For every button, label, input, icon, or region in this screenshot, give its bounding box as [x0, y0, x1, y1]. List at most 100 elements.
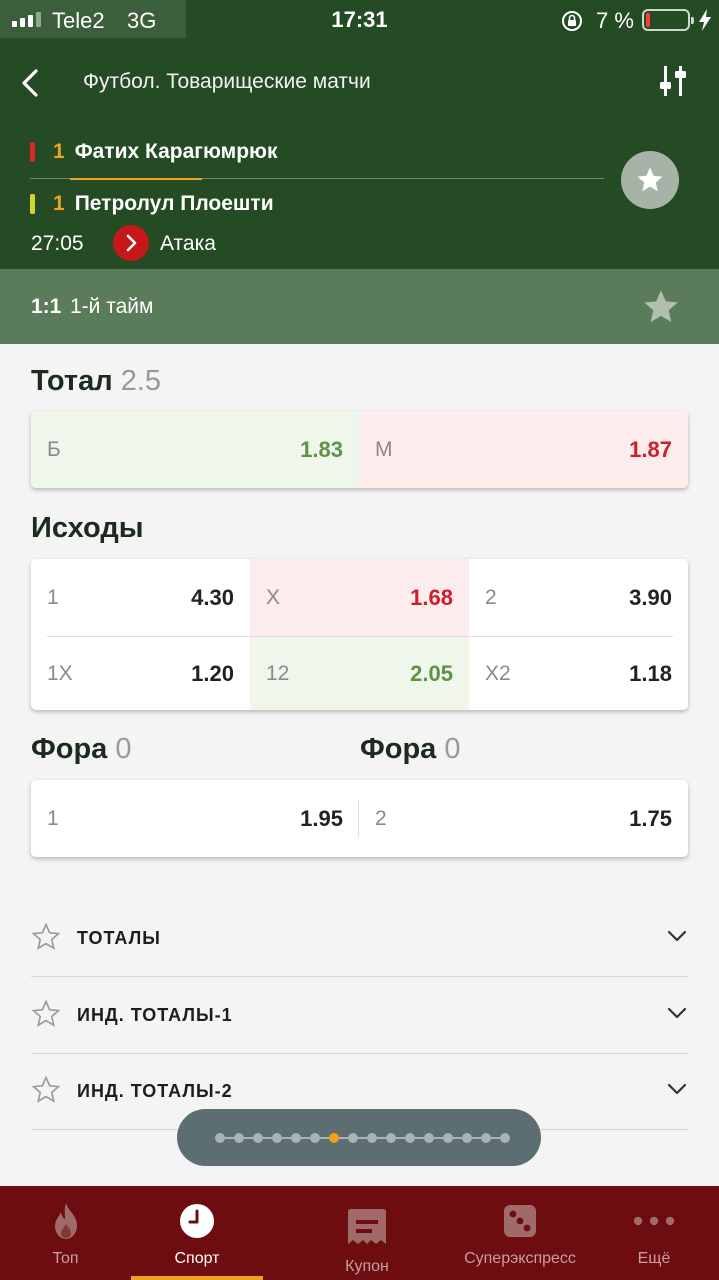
pager-dot-active[interactable]	[329, 1132, 339, 1143]
total-param: 2.5	[120, 365, 162, 397]
outcome-cell[interactable]: 1 4.30	[31, 559, 250, 636]
favorite-match-button[interactable]	[621, 151, 679, 209]
odd-value: 1.75	[629, 805, 672, 831]
pager-link	[282, 1136, 291, 1139]
market-group-label: ИНД. ТОТАЛЫ-1	[77, 1005, 233, 1025]
pager-link	[472, 1136, 481, 1139]
coupon-icon	[348, 1209, 386, 1244]
tab-label: Спорт	[174, 1250, 220, 1267]
pager-dot[interactable]	[386, 1132, 396, 1143]
battery-percent: 7 %	[596, 8, 634, 33]
tab-top[interactable]: Топ	[0, 1186, 131, 1280]
odd-value: 1.20	[191, 660, 234, 686]
pager-dot[interactable]	[405, 1132, 415, 1143]
tab-superexpress[interactable]: Суперэкспресс	[445, 1186, 595, 1280]
pager-link	[377, 1136, 386, 1139]
score: 1:1	[31, 295, 62, 318]
pager-link	[358, 1136, 367, 1139]
star-outline-icon[interactable]	[31, 1075, 61, 1105]
battery-icon	[642, 9, 694, 31]
filter-settings-icon[interactable]	[660, 64, 690, 98]
handicap-cell-2[interactable]: 2 1.75	[359, 780, 688, 857]
odd-value: 1.83	[300, 436, 343, 462]
market-group-label: ТОТАЛЫ	[77, 928, 161, 948]
odd-value: 1.68	[410, 584, 453, 610]
handicap-param: 0	[444, 733, 461, 765]
outcome-label: 2	[485, 585, 497, 609]
tab-coupon[interactable]: Купон	[300, 1186, 434, 1280]
outcome-label: М	[375, 437, 393, 461]
outcome-cell[interactable]: 12 2.05	[250, 637, 469, 710]
pager-dot[interactable]	[481, 1132, 491, 1143]
pager-dot[interactable]	[367, 1132, 377, 1143]
back-arrow-icon[interactable]	[18, 68, 42, 98]
outcome-label: 2	[375, 806, 387, 830]
outcome-cell[interactable]: 2 3.90	[469, 559, 688, 636]
yellow-card-indicator	[30, 194, 35, 214]
status-bar: Tele2 3G 17:31 7 %	[0, 0, 719, 40]
star-outline-icon[interactable]	[31, 999, 61, 1029]
pager-link	[301, 1136, 310, 1139]
pager-dot[interactable]	[234, 1132, 244, 1143]
market-group-totals[interactable]: ТОТАЛЫ	[31, 900, 688, 977]
pager-dot[interactable]	[500, 1132, 510, 1143]
pager-link	[225, 1136, 234, 1139]
outcome-label: Б	[47, 437, 61, 461]
pager-dot[interactable]	[462, 1132, 472, 1143]
pager-dot[interactable]	[443, 1132, 453, 1143]
team-home-rank: 1	[53, 140, 65, 163]
pager-link	[396, 1136, 405, 1139]
pager-dot[interactable]	[348, 1132, 358, 1143]
outcome-cell[interactable]: 1X 1.20	[31, 637, 250, 710]
period: 1-й тайм	[70, 295, 154, 318]
total-over-cell[interactable]: Б 1.83	[31, 411, 359, 488]
outcome-label: 1X	[47, 661, 73, 685]
score-bar: 1:1 1-й тайм	[0, 269, 719, 344]
total-under-cell[interactable]: М 1.87	[359, 411, 688, 488]
pager-dot[interactable]	[291, 1132, 301, 1143]
outcome-cell[interactable]: X 1.68	[250, 559, 469, 636]
market-group-ind-totals-1[interactable]: ИНД. ТОТАЛЫ-1	[31, 977, 688, 1054]
pager-dot[interactable]	[424, 1132, 434, 1143]
star-icon[interactable]	[641, 287, 681, 327]
pager-link	[415, 1136, 424, 1139]
match-pager[interactable]	[177, 1109, 541, 1166]
page-title: Футбол. Товарищеские матчи	[83, 70, 371, 93]
active-tab-indicator	[131, 1276, 263, 1280]
bottom-tab-bar: Топ Спорт Купон Суперэкспресс Ещё	[0, 1186, 719, 1280]
total-title: Тотал 2.5	[31, 365, 161, 398]
handicap-cell-1[interactable]: 1 1.95	[31, 780, 359, 857]
pager-link	[453, 1136, 462, 1139]
star-icon	[637, 167, 663, 192]
red-card-indicator	[30, 142, 35, 162]
team-divider	[30, 178, 604, 180]
pager-link	[491, 1136, 500, 1139]
fire-icon	[54, 1203, 77, 1239]
pager-link	[339, 1136, 348, 1139]
star-outline-icon[interactable]	[31, 922, 61, 952]
more-icon	[633, 1216, 675, 1226]
handicap-title-text: Фора	[31, 733, 108, 765]
outcome-cell[interactable]: X2 1.18	[469, 637, 688, 710]
chevron-down-icon	[667, 1007, 687, 1019]
attack-icon	[113, 225, 149, 261]
outcomes-title: Исходы	[31, 512, 144, 544]
chevron-down-icon	[667, 930, 687, 942]
total-title-text: Тотал	[31, 365, 113, 397]
tab-more[interactable]: Ещё	[598, 1186, 710, 1280]
tab-label: Купон	[345, 1258, 389, 1275]
match-header: Футбол. Товарищеские матчи 1 Фатих Караг…	[0, 40, 719, 269]
handicap-param: 0	[115, 733, 132, 765]
pager-dot[interactable]	[310, 1132, 320, 1143]
pager-dot[interactable]	[253, 1132, 263, 1143]
pager-dot[interactable]	[215, 1132, 225, 1143]
pager-dot[interactable]	[272, 1132, 282, 1143]
handicap-title-1: Фора 0	[31, 733, 132, 766]
tab-sport[interactable]: Спорт	[131, 1186, 263, 1280]
odd-value: 3.90	[629, 584, 672, 610]
handicap-market-card: 1 1.95 2 1.75	[31, 780, 688, 857]
team-away-name: Петролул Плоешти	[74, 192, 274, 215]
charging-bolt-icon	[699, 9, 711, 31]
handicap-title-text: Фора	[360, 733, 437, 765]
pager-link	[263, 1136, 272, 1139]
